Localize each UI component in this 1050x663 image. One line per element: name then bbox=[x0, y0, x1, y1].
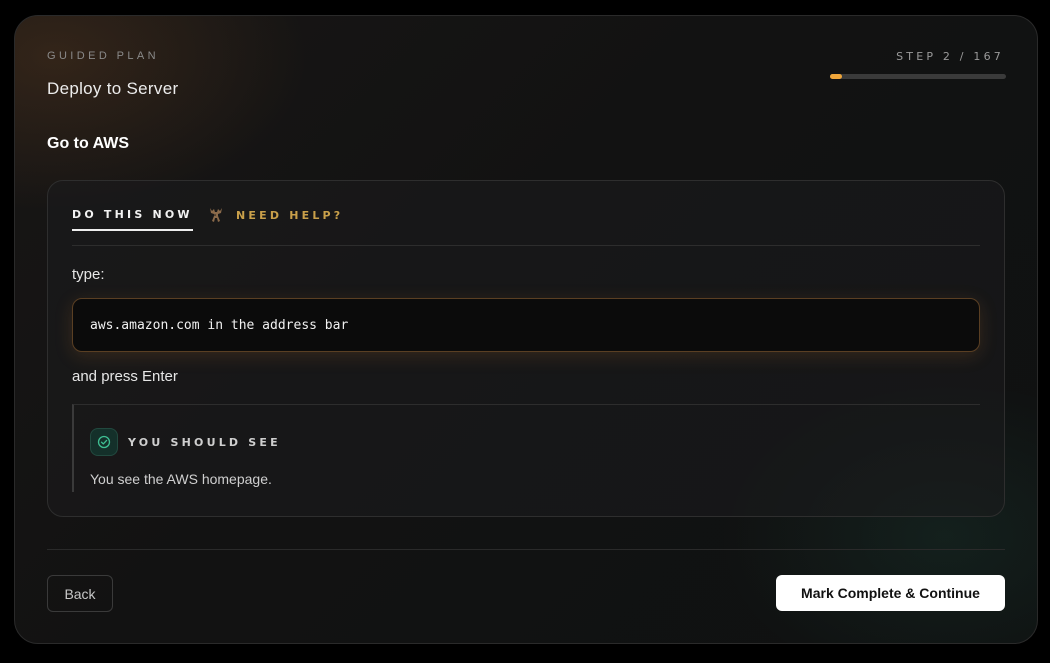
step-title: Go to AWS bbox=[47, 135, 130, 152]
need-help-label: NEED HELP? bbox=[236, 208, 344, 222]
expected-result: YOU SHOULD SEE You see the AWS homepage. bbox=[72, 404, 980, 492]
eyebrow-label: GUIDED PLAN bbox=[47, 50, 159, 62]
instruction-before: type: bbox=[72, 266, 105, 283]
step-counter: STEP 2 / 167 bbox=[896, 50, 1004, 63]
tab-need-help[interactable]: NEED HELP? bbox=[206, 205, 343, 225]
tab-bar: DO THIS NOW NEED HELP? bbox=[72, 205, 980, 246]
guided-plan-card: GUIDED PLAN Deploy to Server STEP 2 / 16… bbox=[14, 15, 1038, 644]
tab-do-this-now[interactable]: DO THIS NOW bbox=[72, 208, 193, 231]
mark-complete-continue-button[interactable]: Mark Complete & Continue bbox=[776, 575, 1005, 611]
expected-result-text: You see the AWS homepage. bbox=[90, 471, 272, 487]
back-button[interactable]: Back bbox=[47, 575, 113, 612]
instruction-after: and press Enter bbox=[72, 368, 178, 385]
progress-bar bbox=[830, 74, 1006, 79]
check-circle-icon bbox=[90, 428, 118, 456]
expected-result-label: YOU SHOULD SEE bbox=[128, 435, 281, 449]
progress-bar-fill bbox=[830, 74, 842, 79]
command-box[interactable]: aws.amazon.com in the address bar bbox=[72, 298, 980, 352]
moose-icon bbox=[206, 205, 226, 225]
footer-divider bbox=[47, 549, 1005, 550]
command-text: aws.amazon.com in the address bar bbox=[90, 317, 349, 333]
plan-title: Deploy to Server bbox=[47, 79, 179, 98]
instruction-panel: DO THIS NOW NEED HELP? type: aws.amazon.… bbox=[47, 180, 1005, 517]
expected-result-header: YOU SHOULD SEE bbox=[90, 428, 281, 456]
